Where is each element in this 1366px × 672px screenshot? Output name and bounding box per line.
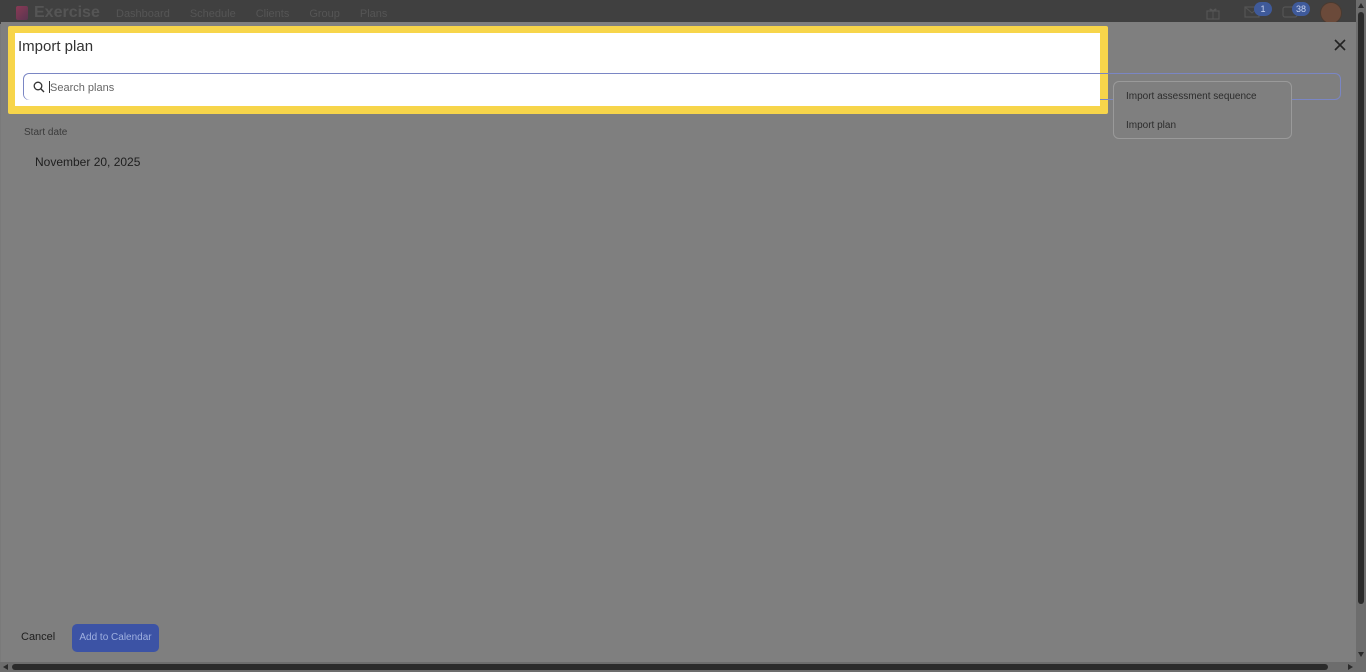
add-to-calendar-button[interactable]: Add to Calendar bbox=[72, 624, 159, 652]
nav-schedule[interactable]: Schedule bbox=[190, 8, 236, 20]
gift-icon[interactable] bbox=[1206, 6, 1222, 20]
vertical-scroll-thumb[interactable] bbox=[1358, 12, 1364, 604]
scroll-up-icon[interactable] bbox=[1358, 3, 1364, 8]
cancel-button[interactable]: Cancel bbox=[21, 631, 55, 643]
import-dropdown-menu: Import assessment sequence Import plan bbox=[1113, 81, 1292, 139]
scroll-down-icon[interactable] bbox=[1358, 652, 1364, 657]
logo-mark-icon bbox=[16, 6, 28, 20]
avatar[interactable] bbox=[1320, 2, 1342, 24]
search-input[interactable] bbox=[48, 77, 1092, 99]
scroll-right-icon[interactable] bbox=[1348, 664, 1353, 670]
horizontal-scroll-thumb[interactable] bbox=[12, 664, 1328, 670]
mail-icon[interactable]: 1 bbox=[1244, 2, 1272, 20]
logo-text: Exercise bbox=[34, 4, 100, 21]
main-nav: Dashboard Schedule Clients Group Plans bbox=[116, 8, 387, 20]
vertical-scrollbar[interactable] bbox=[1356, 0, 1366, 662]
scroll-left-icon[interactable] bbox=[3, 664, 8, 670]
close-button[interactable] bbox=[1333, 38, 1347, 52]
topbar-icons: 1 38 bbox=[1206, 2, 1342, 24]
nav-group[interactable]: Group bbox=[309, 8, 340, 20]
menu-item-import-assessment-sequence[interactable]: Import assessment sequence bbox=[1126, 91, 1257, 102]
nav-plans[interactable]: Plans bbox=[360, 8, 388, 20]
modal-title: Import plan bbox=[18, 38, 94, 55]
nav-dashboard[interactable]: Dashboard bbox=[116, 8, 170, 20]
text-caret bbox=[49, 81, 50, 93]
app-logo[interactable]: Exercise bbox=[16, 4, 100, 22]
start-date-value[interactable]: November 20, 2025 bbox=[35, 155, 140, 169]
start-date-label: Start date bbox=[24, 127, 68, 138]
close-icon bbox=[1334, 39, 1346, 51]
chat-icon[interactable]: 38 bbox=[1282, 2, 1310, 20]
horizontal-scrollbar[interactable] bbox=[0, 662, 1366, 672]
app-topbar: Exercise Dashboard Schedule Clients Grou… bbox=[0, 0, 1366, 24]
menu-item-import-plan[interactable]: Import plan bbox=[1126, 120, 1176, 131]
nav-clients[interactable]: Clients bbox=[256, 8, 290, 20]
mail-count-badge: 1 bbox=[1254, 2, 1272, 16]
chat-count-badge: 38 bbox=[1292, 2, 1310, 16]
search-icon bbox=[33, 80, 45, 98]
